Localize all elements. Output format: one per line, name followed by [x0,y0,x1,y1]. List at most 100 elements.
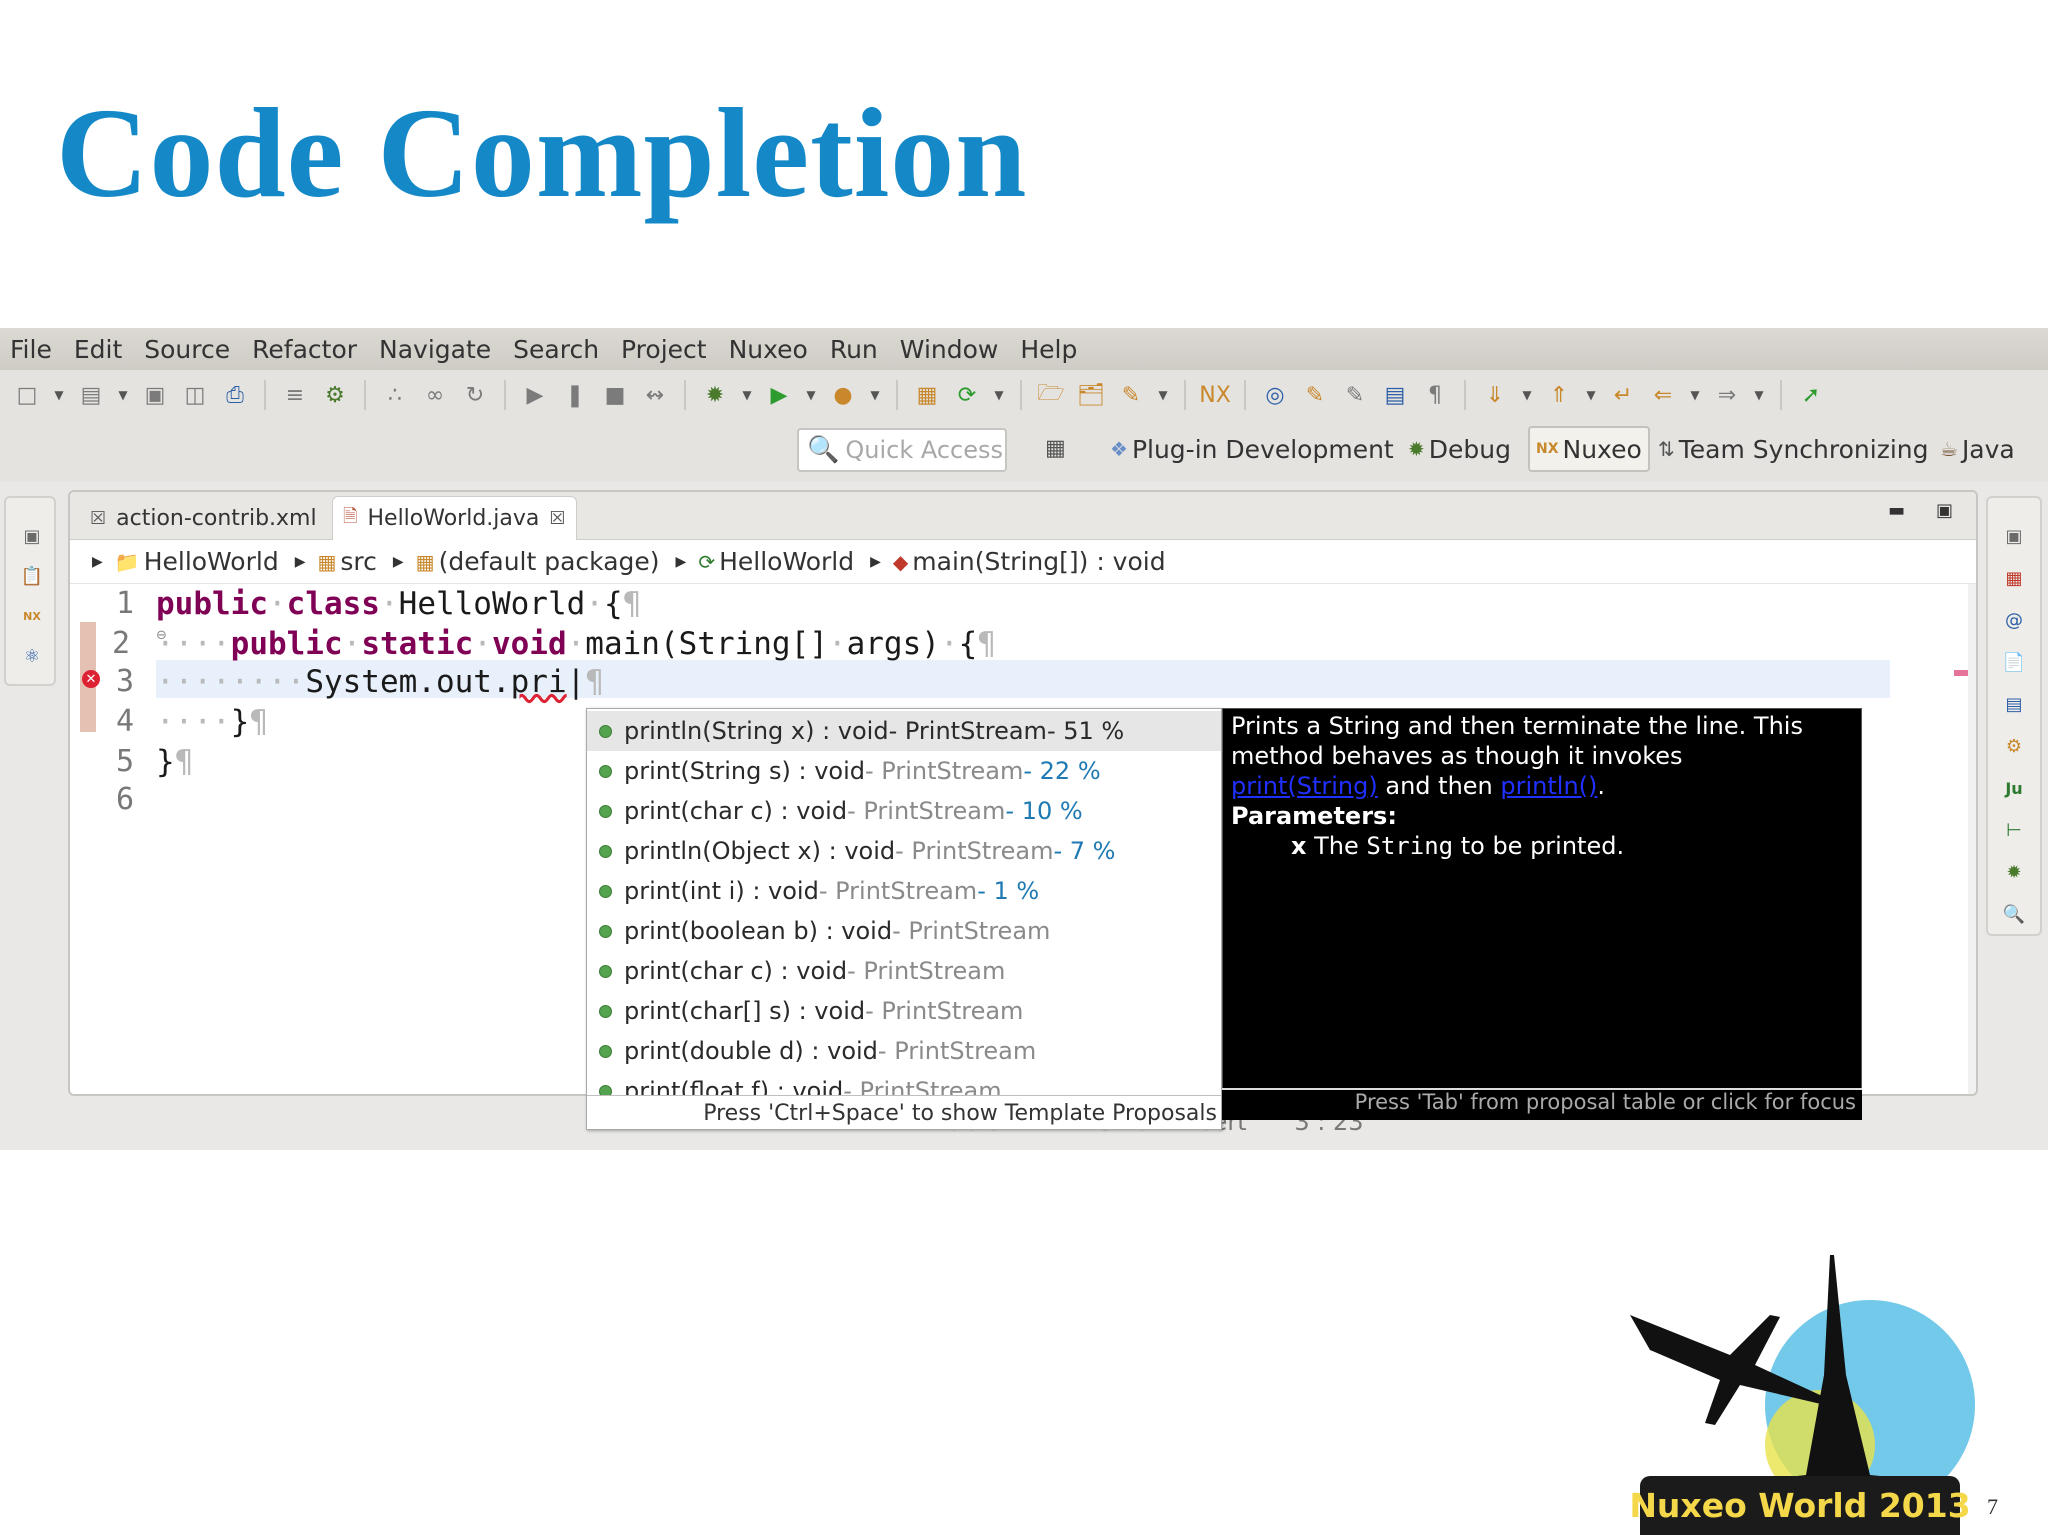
forward-icon[interactable]: ⇒ [1712,380,1742,410]
history-icon[interactable]: ↻ [460,380,490,410]
javadoc-view-icon[interactable]: @ [2002,608,2026,632]
menu-run[interactable]: Run [830,335,878,364]
pin-editor-icon[interactable]: ➚ [1796,380,1826,410]
completion-proposal[interactable]: print(char c) : void - PrintStream - 10 … [587,791,1221,831]
debug-icon[interactable]: ✹ [700,380,730,410]
debug-dropdown-icon[interactable]: ▼ [740,380,754,410]
terminate-icon[interactable]: ■ [600,380,630,410]
declaration-icon[interactable]: 📄 [2002,650,2026,674]
show-source-icon[interactable]: ▤ [1380,380,1410,410]
menu-navigate[interactable]: Navigate [379,335,491,364]
external-tools-dropdown-icon[interactable]: ▼ [868,380,882,410]
menu-edit[interactable]: Edit [74,335,122,364]
outline-icon[interactable]: ▦ [2002,566,2026,590]
menu-source[interactable]: Source [144,335,230,364]
completion-proposal[interactable]: print(String s) : void - PrintStream - 2… [587,751,1221,791]
new-package-icon[interactable]: ▦ [912,380,942,410]
block-selection-icon[interactable]: ✎ [1340,380,1370,410]
menu-nuxeo[interactable]: Nuxeo [729,335,808,364]
minimize-icon[interactable]: ▬ [1888,500,1905,521]
toggle-mark-occurrences-icon[interactable]: ◎ [1260,380,1290,410]
completion-proposal[interactable]: print(double d) : void - PrintStream [587,1031,1221,1071]
run-dropdown-icon[interactable]: ▼ [804,380,818,410]
restore-icon[interactable]: ▣ [2002,524,2026,548]
menu-file[interactable]: File [10,335,52,364]
navigator-icon[interactable]: ⚛ [20,644,44,668]
last-edit-icon[interactable]: ↵ [1608,380,1638,410]
save-all-icon[interactable]: ◫ [180,380,210,410]
next-annotation-icon[interactable]: ⇓ [1480,380,1510,410]
open-task-icon[interactable]: 🗂 [1076,380,1106,410]
console-icon[interactable]: ▤ [2002,692,2026,716]
highlight-icon[interactable]: ✎ [1300,380,1330,410]
disconnect-icon[interactable]: ↭ [640,380,670,410]
menu-refactor[interactable]: Refactor [252,335,357,364]
perspective-plugin-development[interactable]: ❖ Plug-in Development [1110,426,1394,472]
save-icon[interactable]: ▣ [140,380,170,410]
search-tool-icon[interactable]: ✎ [1116,380,1146,410]
new-project-dropdown-icon[interactable]: ▼ [116,380,130,410]
link-icon[interactable]: ∞ [420,380,450,410]
debug-view-icon[interactable]: ✹ [2002,860,2026,884]
vertical-scrollbar[interactable] [1968,584,1976,1094]
next-annotation-dropdown-icon[interactable]: ▼ [1520,380,1534,410]
perspective-debug[interactable]: ✹ Debug [1408,426,1511,472]
javadoc-hover[interactable]: Prints a String and then terminate the l… [1222,708,1862,1120]
overview-ruler-error[interactable] [1954,670,1968,676]
perspective-team-synchronizing[interactable]: ⇅ Team Synchronizing [1658,426,1929,472]
menu-help[interactable]: Help [1020,335,1077,364]
chevron-right-icon[interactable]: ▶ [393,554,404,570]
back-icon[interactable]: ⇐ [1648,380,1678,410]
completion-proposal[interactable]: println(String x) : void - PrintStream -… [587,711,1221,751]
suspend-icon[interactable]: ❚ [560,380,590,410]
completion-proposal[interactable]: println(Object x) : void - PrintStream -… [587,831,1221,871]
completion-proposal[interactable]: print(int i) : void - PrintStream - 1 % [587,871,1221,911]
error-icon[interactable]: ✕ [82,670,100,688]
menu-project[interactable]: Project [621,335,707,364]
restore-icon[interactable]: ▣ [20,524,44,548]
open-type-icon[interactable]: ∴ [380,380,410,410]
print-icon[interactable]: ⎙ [220,380,250,410]
nuxeo-nx-icon[interactable]: NX [1199,380,1231,410]
progress-icon[interactable]: ⚙ [2002,734,2026,758]
new-icon[interactable]: □ [12,380,42,410]
perspective-nuxeo[interactable]: NX Nuxeo [1528,426,1650,472]
maximize-icon[interactable]: ▣ [1936,500,1953,521]
breadcrumb-project[interactable]: HelloWorld [144,547,279,576]
tab-helloworld-java[interactable]: 🗎 HelloWorld.java ☒ [332,496,577,540]
open-folder-icon[interactable]: 🗁 [1036,380,1066,410]
search-dropdown-icon[interactable]: ▼ [1156,380,1170,410]
run-icon[interactable]: ▶ [764,380,794,410]
back-dropdown-icon[interactable]: ▼ [1688,380,1702,410]
chevron-right-icon[interactable]: ▶ [870,554,881,570]
new-class-icon[interactable]: ⟳ [952,380,982,410]
javadoc-link-println[interactable]: println() [1500,772,1597,800]
junit-icon[interactable]: Ju [2002,776,2026,800]
completion-proposal[interactable]: print(boolean b) : void - PrintStream [587,911,1221,951]
chevron-right-icon[interactable]: ▶ [92,554,103,570]
hierarchy-icon[interactable]: ⊢ [2002,818,2026,842]
new-dropdown-icon[interactable]: ▼ [52,380,66,410]
close-icon[interactable]: ☒ [549,508,565,529]
open-perspective-icon[interactable]: ▦ [1045,436,1066,461]
format-icon[interactable]: ≡ [280,380,310,410]
completion-proposal[interactable]: print(char[] s) : void - PrintStream [587,991,1221,1031]
nx-view-icon[interactable]: NX [20,604,44,628]
breadcrumb-class[interactable]: HelloWorld [719,547,854,576]
chevron-right-icon[interactable]: ▶ [676,554,687,570]
breadcrumb-src[interactable]: src [340,547,377,576]
javadoc-link-print[interactable]: print(String) [1231,772,1378,800]
menu-window[interactable]: Window [900,335,999,364]
previous-annotation-dropdown-icon[interactable]: ▼ [1584,380,1598,410]
breadcrumb-package[interactable]: (default package) [439,547,660,576]
resume-icon[interactable]: ▶ [520,380,550,410]
completion-proposal[interactable]: print(char c) : void - PrintStream [587,951,1221,991]
previous-annotation-icon[interactable]: ⇑ [1544,380,1574,410]
chevron-right-icon[interactable]: ▶ [295,554,306,570]
new-project-icon[interactable]: ▤ [76,380,106,410]
breadcrumb-method[interactable]: main(String[]) : void [912,547,1165,576]
perspective-java[interactable]: ☕ Java [1940,426,2015,472]
show-whitespace-icon[interactable]: ¶ [1420,380,1450,410]
forward-dropdown-icon[interactable]: ▼ [1752,380,1766,410]
search-view-icon[interactable]: 🔍 [2002,902,2026,926]
